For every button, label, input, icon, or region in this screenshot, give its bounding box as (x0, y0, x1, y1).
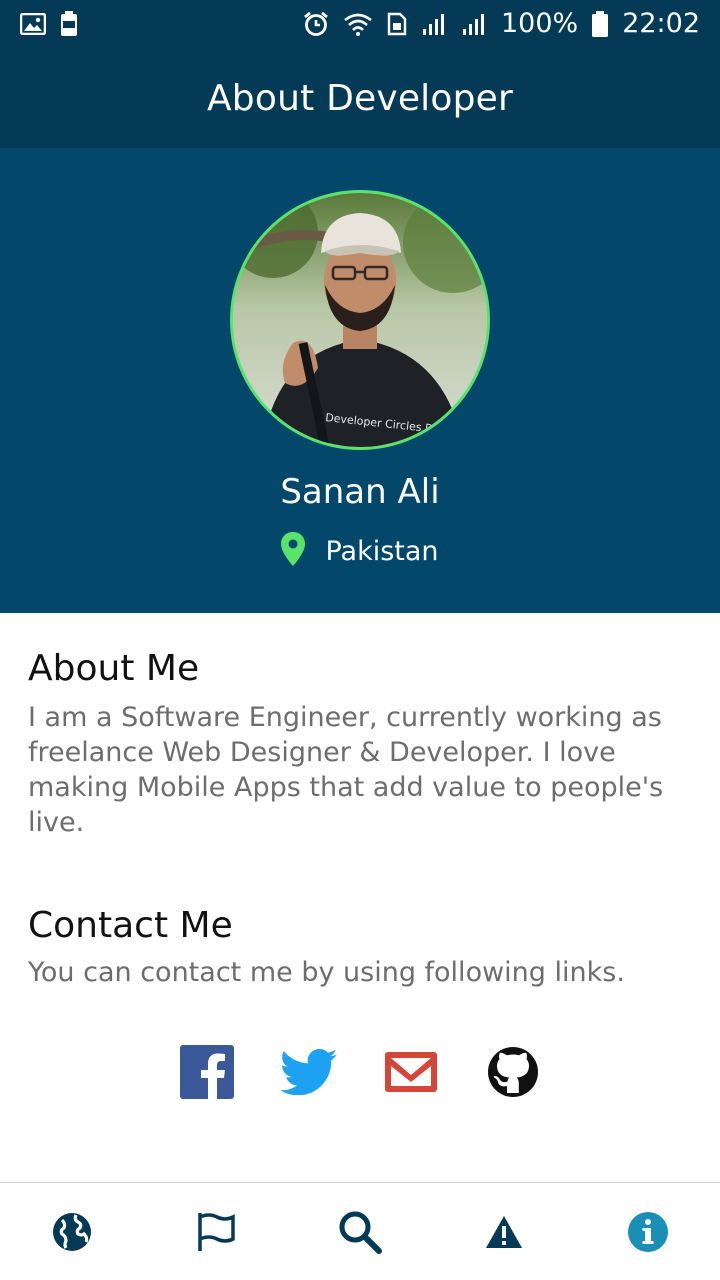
wifi-icon (343, 12, 373, 36)
clock: 22:02 (622, 8, 700, 39)
status-left (20, 11, 78, 37)
contact-text: You can contact me by using following li… (28, 957, 625, 988)
contact-title: Contact Me (28, 905, 233, 946)
sim-icon (387, 12, 407, 36)
battery-icon (592, 11, 609, 37)
avatar: Developer Circles Pakistan (230, 190, 490, 450)
profile-name: Sanan Ali (280, 472, 440, 512)
about-title: About Me (28, 648, 200, 689)
image-icon (20, 13, 46, 35)
gmail-icon[interactable] (383, 1044, 439, 1100)
location-text: Pakistan (325, 535, 439, 567)
flag-icon[interactable] (171, 1187, 261, 1277)
search-icon[interactable] (315, 1187, 405, 1277)
social-links (0, 1042, 720, 1102)
location: Pakistan (0, 532, 720, 570)
status-bar: 100% 22:02 (0, 0, 720, 48)
bottom-nav (0, 1182, 720, 1280)
twitter-icon[interactable] (281, 1044, 337, 1100)
profile-header: Developer Circles Pakistan Sanan Ali Pak… (0, 148, 720, 613)
facebook-icon[interactable] (179, 1044, 235, 1100)
map-pin-icon (281, 532, 306, 570)
signal-icon (461, 12, 487, 36)
status-right: 100% 22:02 (303, 0, 700, 48)
warning-icon[interactable] (459, 1187, 549, 1277)
signal-icon (421, 12, 447, 36)
globe-icon[interactable] (27, 1187, 117, 1277)
info-icon[interactable] (603, 1187, 693, 1277)
github-icon[interactable] (485, 1044, 541, 1100)
battery-percent: 100% (500, 8, 579, 39)
alarm-icon (303, 11, 329, 37)
about-text: I am a Software Engineer, currently work… (28, 702, 664, 838)
page-title: About Developer (206, 77, 514, 119)
app-bar: About Developer (0, 48, 720, 148)
battery-saver-icon (60, 11, 78, 37)
